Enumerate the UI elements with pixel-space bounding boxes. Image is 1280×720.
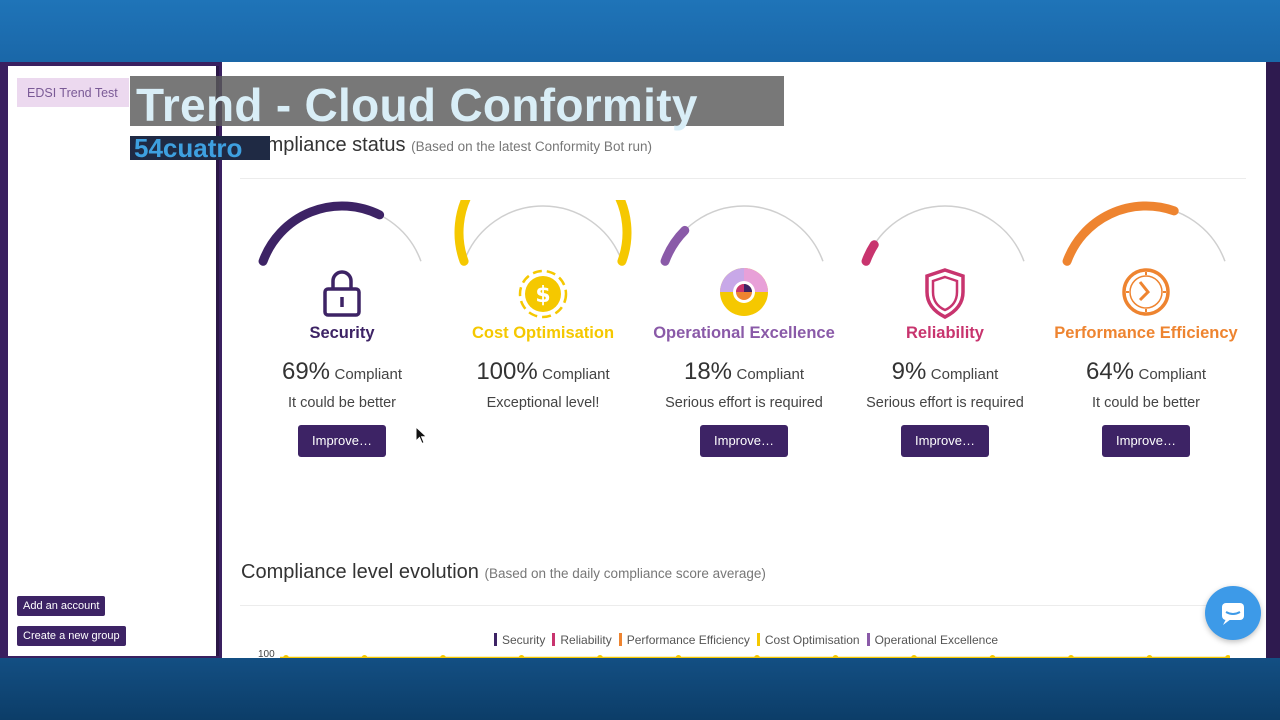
gauge-track [463,205,623,262]
video-overlay-brand: 54cuatro [130,136,270,160]
legend-label: Security [502,633,546,647]
lock-icon [323,270,361,317]
pillar-card-cost-optimisation: $ Cost Optimisation 100% Compliant Excep… [443,200,643,460]
legend-label: Cost Optimisation [764,633,860,647]
svg-text:$: $ [535,283,550,308]
pie-target-icon [720,268,768,316]
legend-item[interactable]: Security [494,633,545,647]
pillar-card-operational-excellence: Operational Excellence 18% Compliant Ser… [644,200,844,460]
divider [240,605,1246,606]
legend-swatch [866,633,870,646]
legend-item[interactable]: Cost Optimisation [756,633,860,647]
clock-icon [1122,268,1170,316]
y-axis-tick-100: 100 [258,649,275,658]
window-edge [1266,62,1280,658]
legend-label: Reliability [560,633,612,647]
create-group-button[interactable]: Create a new group [17,626,126,646]
improve-reliability-button[interactable]: Improve… [901,425,989,457]
mouse-cursor-icon [415,426,428,445]
chart-legend: Security Reliability Performance Efficienc… [494,633,1005,647]
gauge-fill [660,225,690,266]
legend-swatch [494,633,497,646]
improve-performance-efficiency-button[interactable]: Improve… [1102,425,1190,457]
add-account-button[interactable]: Add an account [17,596,106,616]
legend-swatch [552,633,556,646]
gauge-track [262,205,422,262]
evolution-title: Compliance level evolution [241,561,479,583]
pillar-card-performance-efficiency: Performance Efficiency 64% Compliant It … [1046,200,1246,460]
legend-item[interactable]: Performance Efficiency [618,633,750,647]
pillar-card-reliability: Reliability 9% Compliant Serious effort … [845,200,1045,460]
legend-swatch [756,633,760,646]
dollar-coin-icon: $ [518,269,568,319]
compliance-status-subtitle: (Based on the latest Conformity Bot run) [411,139,652,154]
video-frame-top [0,0,1280,62]
improve-security-button[interactable]: Improve… [298,425,386,457]
shield-icon [925,268,965,319]
gauge-track [1066,205,1226,262]
pillar-message: It could be better [1091,395,1200,411]
improve-operational-excellence-button[interactable]: Improve… [700,425,788,457]
legend-item[interactable]: Reliability [552,633,612,647]
divider [240,178,1246,179]
evolution-subtitle: (Based on the daily compliance score ave… [484,566,766,581]
video-frame-bottom [0,658,1280,720]
main-content: Compliance status (Based on the latest C… [222,62,1266,658]
gauge-fill [1062,201,1179,266]
legend-label: Performance Efficiency [626,633,750,647]
gauge-fill [861,240,879,266]
chat-button[interactable] [1205,586,1261,640]
compliance-status-heading: Compliance status (Based on the latest C… [241,134,652,157]
pillar-name: Performance Efficiency [1054,324,1238,342]
legend-swatch [618,633,622,646]
pillar-percent: 64% Compliant [1085,358,1207,385]
chat-bubble-icon [1222,603,1244,625]
gauge-track [865,205,1025,262]
evolution-heading: Compliance level evolution (Based on the… [241,561,766,584]
gauge-track [664,205,824,262]
legend-label: Operational Excellence [874,633,998,647]
video-overlay-title: Trend - Cloud Conformity [130,76,784,131]
gauge-fill [258,201,385,266]
sidebar-item-account[interactable]: EDSI Trend Test [17,78,129,107]
legend-item[interactable]: Operational Excellence [866,633,998,647]
pillar-card-security: Security 69% Compliant It could be bette… [242,200,442,460]
